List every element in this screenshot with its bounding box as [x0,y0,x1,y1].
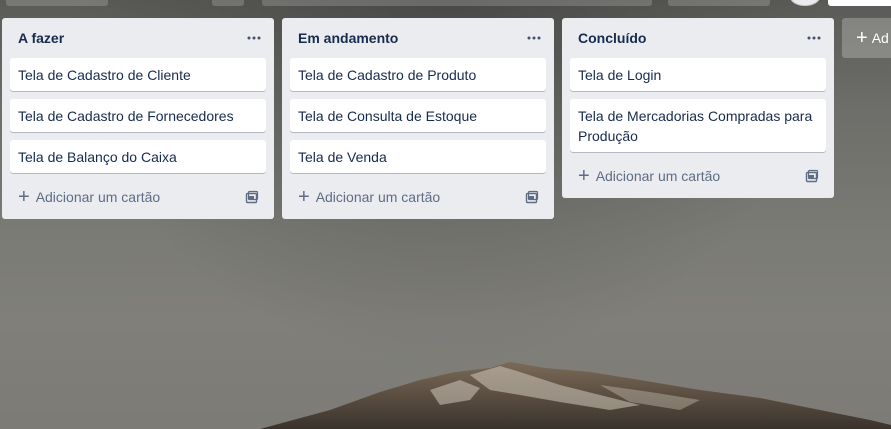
plus-icon: + [18,186,30,208]
card[interactable]: Tela de Balanço do Caixa [10,140,266,173]
more-horizontal-icon[interactable] [802,26,826,50]
list-title[interactable]: Em andamento [298,30,398,46]
list-title[interactable]: A fazer [18,30,64,46]
list-title[interactable]: Concluído [578,30,646,46]
card[interactable]: Tela de Mercadorias Compradas para Produ… [570,99,826,152]
card-template-icon[interactable] [802,166,822,186]
header-button[interactable] [6,0,108,6]
card[interactable]: Tela de Cadastro de Cliente [10,58,266,91]
add-card-label: Adicionar um cartão [595,168,721,184]
list-footer: + Adicionar um cartão [290,179,546,215]
list-em-andamento: Em andamento Tela de Cadastro de Produto… [282,18,554,219]
card[interactable]: Tela de Login [570,58,826,91]
card-template-icon[interactable] [242,187,262,207]
list-a-fazer: A fazer Tela de Cadastro de Cliente Tela… [2,18,274,219]
header-button[interactable] [668,0,770,6]
list-footer: + Adicionar um cartão [10,179,266,215]
plus-icon: + [856,27,868,49]
avatar[interactable] [790,0,820,6]
list-header: Em andamento [290,18,546,58]
more-horizontal-icon[interactable] [522,26,546,50]
card[interactable]: Tela de Cadastro de Produto [290,58,546,91]
plus-icon: + [298,186,310,208]
list-footer: + Adicionar um cartão [570,158,826,194]
add-card-button[interactable]: + Adicionar um cartão [578,166,720,186]
plus-icon: + [578,165,590,187]
more-horizontal-icon[interactable] [242,26,266,50]
list-header: Concluído [570,18,826,58]
add-card-label: Adicionar um cartão [315,189,441,205]
list-concluido: Concluído Tela de Login Tela de Mercador… [562,18,834,198]
card-template-icon[interactable] [522,187,542,207]
header-button[interactable] [212,0,244,6]
add-list-label: Ad [871,30,889,46]
header-button[interactable] [262,0,652,6]
board-header [0,0,891,8]
add-card-button[interactable]: + Adicionar um cartão [18,187,160,207]
card[interactable]: Tela de Consulta de Estoque [290,99,546,132]
list-header: A fazer [10,18,266,58]
add-card-label: Adicionar um cartão [35,189,161,205]
add-card-button[interactable]: + Adicionar um cartão [298,187,440,207]
card[interactable]: Tela de Cadastro de Fornecedores [10,99,266,132]
header-search-input[interactable] [828,0,891,6]
add-list-button[interactable]: + Ad [842,18,891,58]
card[interactable]: Tela de Venda [290,140,546,173]
